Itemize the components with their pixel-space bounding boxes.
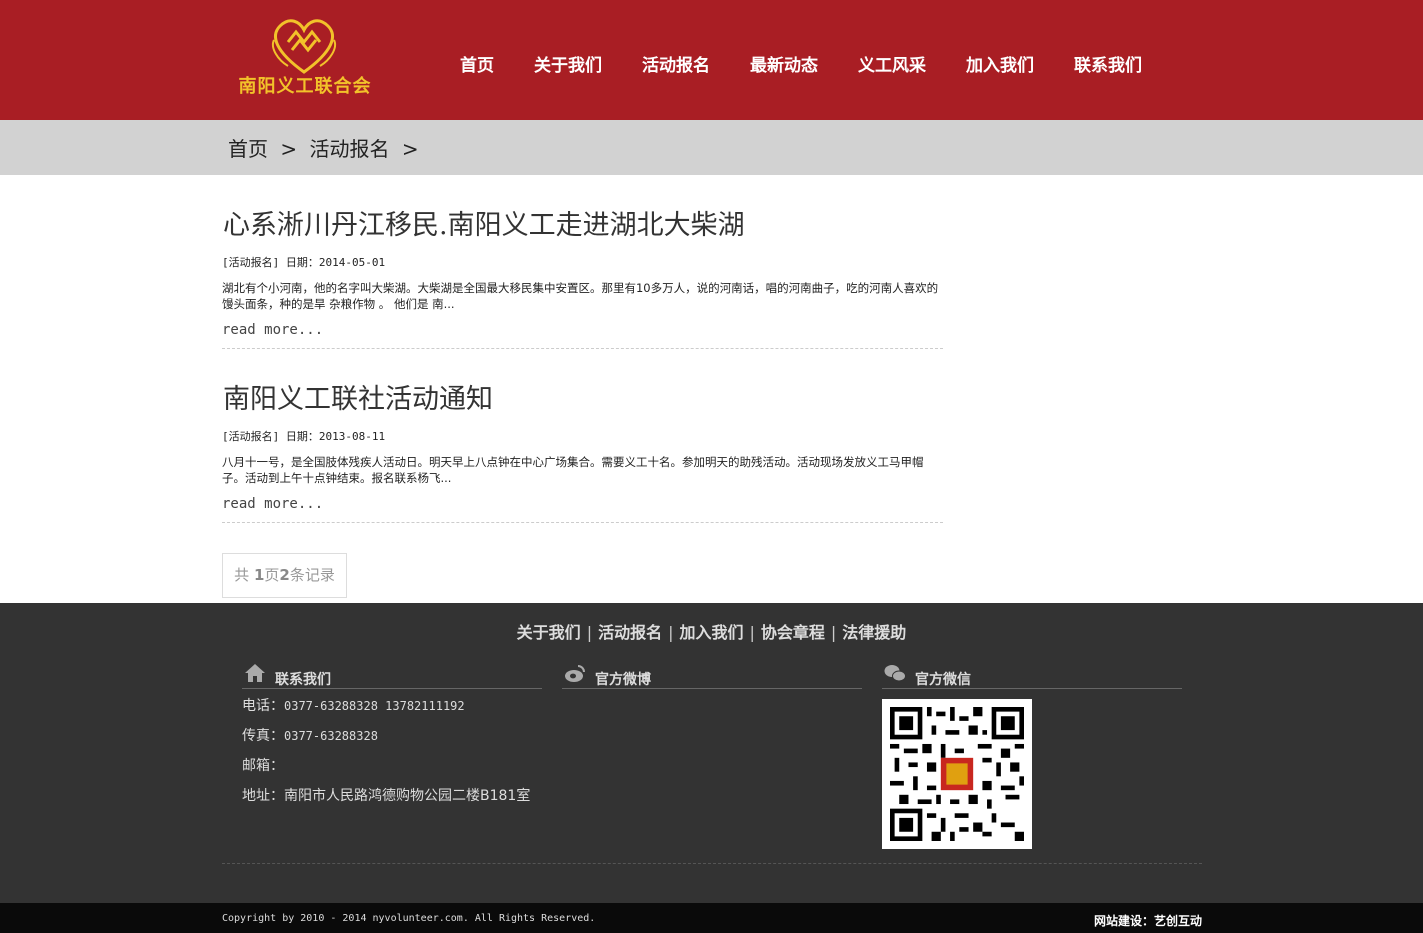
site-credit-link[interactable]: 网站建设：艺创互动	[1094, 912, 1202, 929]
logo-text: 南阳义工联合会	[238, 76, 372, 97]
pager-page-count: 1	[253, 566, 265, 584]
qr-code-image	[890, 707, 1024, 841]
footer-link-legal-aid[interactable]: 法律援助	[842, 623, 906, 642]
fax-label: 传真：	[242, 728, 284, 744]
fax-value: 0377-63288328	[284, 729, 378, 743]
nav-contact[interactable]: 联系我们	[1054, 0, 1162, 120]
nav-join-us[interactable]: 加入我们	[946, 0, 1054, 120]
contact-heading: 联系我们	[242, 663, 542, 689]
home-icon	[245, 664, 265, 682]
breadcrumb-bar: 首页 > 活动报名 >	[0, 120, 1423, 175]
wechat-qr-code	[882, 699, 1032, 849]
pager-prefix: 共	[234, 566, 254, 584]
email-label: 邮箱：	[242, 758, 284, 774]
phone-value: 0377-63288328 13782111192	[284, 699, 465, 713]
wechat-heading: 官方微信	[882, 663, 1182, 689]
contact-address-row: 地址：南阳市人民路鸿德购物公园二楼B181室	[242, 781, 542, 811]
site-footer: 关于我们 | 活动报名 | 加入我们 | 协会章程 | 法律援助 联系我们 电话：0377-63…	[0, 603, 1423, 903]
article-summary: 湖北有个小河南，他的名字叫大柴湖。大柴湖是全国最大移民集中安置区。那里有10多万…	[222, 281, 939, 311]
article-title[interactable]: 南阳义工联社活动通知	[223, 378, 943, 422]
nav-latest-news[interactable]: 最新动态	[730, 0, 838, 120]
footer-link-separator: |	[668, 623, 674, 642]
nav-volunteer-gallery[interactable]: 义工风采	[838, 0, 946, 120]
weibo-heading: 官方微博	[562, 663, 862, 689]
copyright-bar: Copyright by 2010 - 2014 nyvolunteer.com…	[0, 903, 1423, 933]
footer-link-about[interactable]: 关于我们	[517, 623, 581, 642]
footer-link-separator: |	[749, 623, 755, 642]
contact-details: 电话：0377-63288328 13782111192 传真：0377-632…	[242, 691, 542, 811]
pager-record-count: 2	[279, 566, 290, 584]
footer-link-separator: |	[830, 623, 837, 642]
weibo-icon	[565, 665, 585, 682]
wechat-title: 官方微信	[915, 672, 971, 688]
address-label: 地址：	[242, 788, 284, 804]
article-meta: [活动报名] 日期：2013-08-11	[222, 430, 386, 443]
weibo-column: 官方微博	[562, 663, 862, 689]
heart-hands-logo-icon	[272, 19, 336, 74]
article-title[interactable]: 心系淅川丹江移民.南阳义工走进湖北大柴湖	[223, 204, 943, 248]
nav-home[interactable]: 首页	[440, 0, 514, 120]
copyright-text: Copyright by 2010 - 2014 nyvolunteer.com…	[222, 913, 596, 924]
address-value: 南阳市人民路鸿德购物公园二楼B181室	[284, 788, 531, 804]
contact-fax-row: 传真：0377-63288328	[242, 721, 542, 751]
wechat-icon	[884, 665, 906, 682]
pager-suffix: 条记录	[289, 566, 335, 584]
weibo-title: 官方微博	[595, 672, 651, 688]
read-more-link[interactable]: read more...	[222, 322, 323, 338]
main-nav: 首页 关于我们 活动报名 最新动态 义工风采 加入我们 联系我们	[440, 0, 1162, 120]
article-meta: [活动报名] 日期：2014-05-01	[222, 256, 386, 269]
contact-phone-row: 电话：0377-63288328 13782111192	[242, 691, 542, 721]
site-logo[interactable]: 南阳义工联合会	[232, 14, 378, 100]
breadcrumb-separator: >	[401, 137, 419, 161]
footer-divider	[222, 863, 1202, 864]
nav-activity-signup[interactable]: 活动报名	[622, 0, 730, 120]
contact-column: 联系我们 电话：0377-63288328 13782111192 传真：037…	[242, 663, 542, 811]
contact-email-row: 邮箱：	[242, 751, 542, 781]
contact-title: 联系我们	[275, 672, 331, 688]
article-summary: 八月十一号，是全国肢体残疾人活动日。明天早上八点钟在中心广场集合。需要义工十名。…	[222, 455, 924, 485]
breadcrumb: 首页 > 活动报名 >	[228, 120, 425, 178]
footer-link-charter[interactable]: 协会章程	[761, 623, 825, 642]
article-item: 心系淅川丹江移民.南阳义工走进湖北大柴湖 [活动报名] 日期：2014-05-0…	[222, 204, 943, 349]
wechat-column: 官方微信	[882, 663, 1182, 689]
pagination-info: 共 1页2条记录	[222, 553, 347, 598]
pager-mid: 页	[264, 566, 280, 584]
footer-link-activity-signup[interactable]: 活动报名	[598, 623, 662, 642]
breadcrumb-separator: >	[280, 137, 298, 161]
footer-links: 关于我们 | 活动报名 | 加入我们 | 协会章程 | 法律援助	[0, 619, 1423, 643]
footer-link-separator: |	[586, 623, 593, 642]
nav-about[interactable]: 关于我们	[514, 0, 622, 120]
breadcrumb-activity-signup[interactable]: 活动报名	[309, 137, 389, 161]
footer-link-join-us[interactable]: 加入我们	[679, 623, 743, 642]
site-header: 南阳义工联合会 首页 关于我们 活动报名 最新动态 义工风采 加入我们 联系我们	[0, 0, 1423, 120]
phone-label: 电话：	[242, 698, 284, 714]
read-more-link[interactable]: read more...	[222, 496, 323, 512]
article-item: 南阳义工联社活动通知 [活动报名] 日期：2013-08-11 八月十一号，是全…	[222, 378, 943, 523]
breadcrumb-home[interactable]: 首页	[228, 137, 268, 161]
